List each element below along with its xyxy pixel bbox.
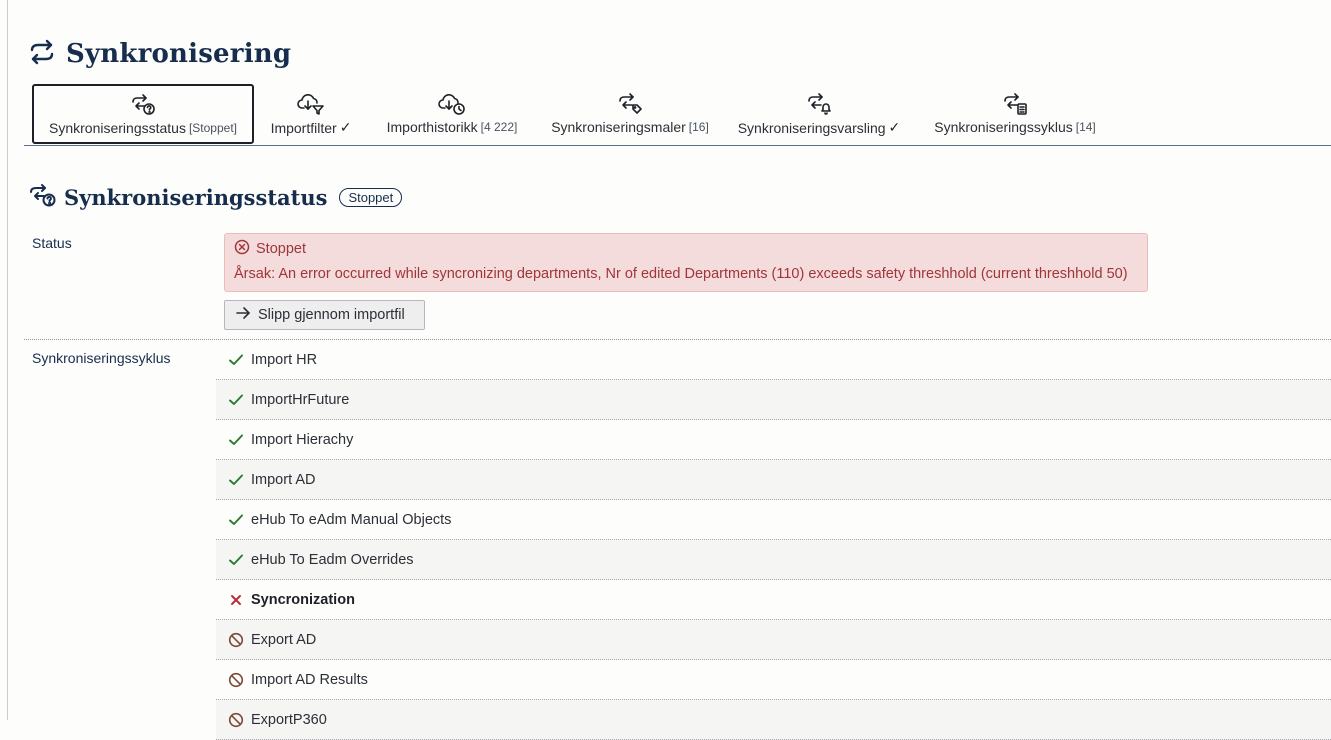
list-item: Import AD Results bbox=[216, 660, 1331, 700]
check-icon bbox=[228, 352, 244, 368]
sync-icon bbox=[28, 38, 56, 71]
step-label: Import AD Results bbox=[251, 671, 368, 688]
page-title: Synkronisering bbox=[28, 36, 291, 72]
step-label: eHub To eAdm Manual Objects bbox=[251, 511, 452, 528]
tab-label: Synkroniseringssyklus bbox=[934, 119, 1073, 135]
tab-importhistorikk[interactable]: Importhistorikk [4 222] bbox=[376, 84, 528, 144]
alert-message: Årsak: An error occurred while syncroniz… bbox=[234, 266, 1128, 282]
list-item: Import HR bbox=[216, 340, 1331, 380]
section-title: Synkroniseringsstatus Stoppet bbox=[28, 180, 403, 214]
error-circle-icon bbox=[234, 239, 250, 259]
tab-bar: Synkroniseringsstatus [Stoppet] Importfi… bbox=[24, 84, 1331, 146]
cycle-label: Synkroniseringssyklus bbox=[32, 350, 171, 366]
section-title-text: Synkroniseringsstatus bbox=[64, 184, 328, 210]
tab-label: Synkroniseringsvarsling bbox=[737, 119, 886, 136]
sync-question-icon bbox=[130, 93, 156, 117]
page: Synkronisering Synkroniseringsstatus [St… bbox=[0, 0, 1331, 740]
step-label: Import Hierachy bbox=[251, 431, 354, 448]
list-item: Import Hierachy bbox=[216, 420, 1331, 460]
check-icon: ✓ bbox=[339, 119, 352, 135]
step-label: Import AD bbox=[251, 471, 316, 488]
page-title-text: Synkronisering bbox=[66, 39, 292, 69]
check-icon bbox=[228, 472, 244, 488]
cloud-download-filter-icon bbox=[296, 92, 326, 116]
cloud-download-clock-icon bbox=[437, 92, 467, 116]
check-icon: ✓ bbox=[888, 119, 901, 135]
tab-count: [14] bbox=[1075, 120, 1096, 134]
tab-synkroniseringsstatus[interactable]: Synkroniseringsstatus [Stoppet] bbox=[32, 84, 254, 144]
status-label: Status bbox=[32, 235, 72, 251]
list-item: Export AD bbox=[216, 620, 1331, 660]
error-alert: Stoppet Årsak: An error occurred while s… bbox=[224, 233, 1148, 292]
list-item: eHub To Eadm Overrides bbox=[216, 540, 1331, 580]
status-badge: Stoppet bbox=[339, 187, 403, 207]
button-label: Slipp gjennom importfil bbox=[258, 307, 405, 323]
step-label: Syncronization bbox=[251, 591, 355, 608]
tab-label: Importfilter bbox=[270, 119, 337, 136]
list-item: eHub To eAdm Manual Objects bbox=[216, 500, 1331, 540]
blocked-icon bbox=[228, 632, 244, 648]
step-label: Export AD bbox=[251, 631, 317, 648]
check-icon bbox=[228, 512, 244, 528]
list-item: Syncronization bbox=[216, 580, 1331, 620]
tab-count: [Stoppet] bbox=[188, 121, 237, 135]
check-icon bbox=[228, 552, 244, 568]
blocked-icon bbox=[228, 672, 244, 688]
tab-importfilter[interactable]: Importfilter ✓ bbox=[260, 84, 362, 144]
tab-synkroniseringsvarsling[interactable]: Synkroniseringsvarsling ✓ bbox=[728, 84, 910, 144]
cycle-step-list: Import HR ImportHrFuture Import Hierachy… bbox=[216, 340, 1331, 740]
tab-count: [4 222] bbox=[480, 120, 518, 134]
release-import-file-button[interactable]: Slipp gjennom importfil bbox=[224, 300, 425, 330]
sync-bell-icon bbox=[806, 92, 832, 116]
step-label: ImportHrFuture bbox=[251, 391, 350, 408]
tab-label: Synkroniseringsstatus bbox=[49, 120, 186, 136]
alert-title: Stoppet bbox=[256, 241, 306, 257]
list-item: Import AD bbox=[216, 460, 1331, 500]
tab-count: [16] bbox=[688, 120, 709, 134]
tab-synkroniseringsmaler[interactable]: Synkroniseringsmaler [16] bbox=[540, 84, 720, 144]
sync-list-icon bbox=[1002, 92, 1028, 116]
cross-icon bbox=[228, 592, 244, 608]
check-icon bbox=[228, 432, 244, 448]
tab-label: Importhistorikk bbox=[386, 119, 478, 135]
list-item: ExportP360 bbox=[216, 700, 1331, 740]
tab-synkroniseringssyklus[interactable]: Synkroniseringssyklus [14] bbox=[926, 84, 1104, 144]
sync-question-icon bbox=[28, 182, 56, 213]
sync-tag-icon bbox=[617, 92, 643, 116]
step-label: eHub To Eadm Overrides bbox=[251, 551, 414, 568]
step-label: Import HR bbox=[251, 351, 318, 368]
tab-label: Synkroniseringsmaler bbox=[551, 119, 686, 135]
list-item: ImportHrFuture bbox=[216, 380, 1331, 420]
check-icon bbox=[228, 392, 244, 408]
arrow-right-icon bbox=[235, 306, 251, 324]
